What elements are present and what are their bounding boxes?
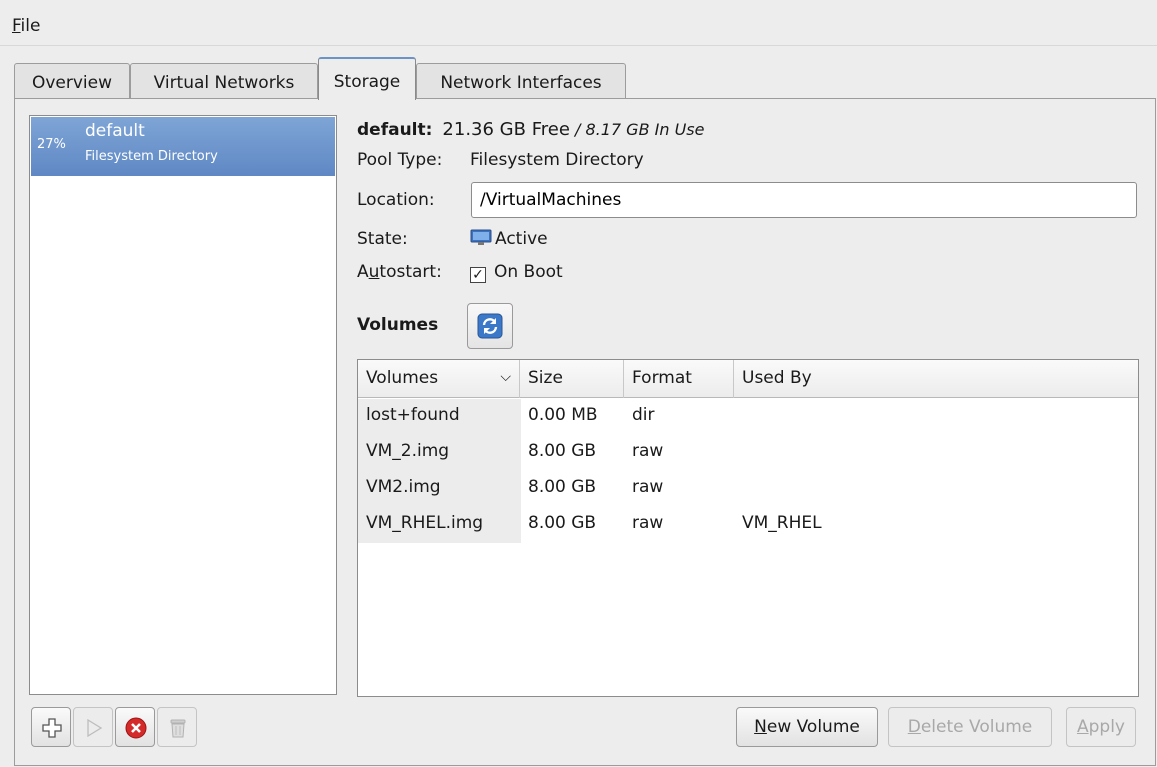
menu-file-mnemonic: F bbox=[12, 16, 21, 36]
tab-overview-label: Overview bbox=[31, 73, 113, 93]
tab-storage[interactable]: Storage bbox=[318, 57, 416, 100]
volume-name: lost+found bbox=[366, 405, 460, 425]
refresh-icon bbox=[477, 313, 503, 339]
menubar: File bbox=[0, 0, 1157, 46]
state-value: Active bbox=[470, 229, 548, 249]
pool-usage-percent: 27% bbox=[37, 137, 66, 152]
new-volume-button[interactable]: New Volume bbox=[736, 707, 878, 747]
delete-volume-button[interactable]: Delete Volume bbox=[888, 707, 1052, 747]
delete-volume-mnemonic: D bbox=[907, 717, 921, 737]
new-volume-mnemonic: N bbox=[754, 717, 767, 737]
stop-icon bbox=[125, 717, 147, 739]
pool-type-label: Pool Type: bbox=[357, 150, 443, 170]
apply-label: pply bbox=[1088, 717, 1125, 737]
tab-virtual-networks-label: Virtual Networks bbox=[153, 73, 295, 93]
menu-file-rest: ile bbox=[20, 16, 41, 36]
apply-button[interactable]: Apply bbox=[1066, 707, 1136, 747]
column-header-used-by[interactable]: Used By bbox=[734, 360, 1138, 398]
column-header-size[interactable]: Size bbox=[520, 360, 624, 398]
column-header-volumes-label: Volumes bbox=[366, 368, 439, 388]
pool-type: Filesystem Directory bbox=[85, 149, 218, 164]
tab-storage-label: Storage bbox=[333, 72, 401, 92]
autostart-checkbox[interactable]: ✓ bbox=[470, 267, 486, 283]
play-icon bbox=[87, 718, 103, 738]
column-header-size-label: Size bbox=[528, 368, 563, 388]
tab-network-interfaces-label: Network Interfaces bbox=[440, 73, 602, 93]
volume-size: 0.00 MB bbox=[528, 405, 598, 425]
column-header-used-by-label: Used By bbox=[742, 368, 812, 388]
volume-format: raw bbox=[632, 477, 664, 497]
volume-size: 8.00 GB bbox=[528, 441, 597, 461]
volume-name: VM2.img bbox=[366, 477, 441, 497]
pool-name: default bbox=[85, 121, 145, 141]
pool-list[interactable]: 27% default Filesystem Directory bbox=[29, 115, 337, 695]
location-label: Location: bbox=[357, 190, 435, 210]
volume-format: raw bbox=[632, 513, 664, 533]
pool-title-name: default: bbox=[357, 120, 433, 140]
apply-mnemonic: A bbox=[1076, 717, 1089, 737]
autostart-toggle[interactable]: ✓ On Boot bbox=[470, 262, 563, 283]
table-row[interactable]: VM_2.img 8.00 GB raw bbox=[358, 435, 1138, 471]
pool-item-default[interactable]: 27% default Filesystem Directory bbox=[31, 117, 335, 176]
volumes-table-header: Volumes ⌵ Size Format Used By bbox=[358, 360, 1138, 398]
sort-down-icon: ⌵ bbox=[500, 369, 511, 385]
delete-pool-button[interactable] bbox=[157, 707, 197, 747]
column-header-format[interactable]: Format bbox=[624, 360, 734, 398]
tab-network-interfaces[interactable]: Network Interfaces bbox=[416, 63, 626, 100]
pool-in-use: / 8.17 GB In Use bbox=[569, 120, 705, 139]
delete-volume-label: elete Volume bbox=[920, 717, 1033, 737]
autostart-value: On Boot bbox=[494, 262, 563, 282]
column-header-volumes[interactable]: Volumes ⌵ bbox=[358, 360, 520, 398]
volume-name: VM_2.img bbox=[366, 441, 450, 461]
add-pool-button[interactable] bbox=[31, 707, 71, 747]
refresh-volumes-button[interactable] bbox=[467, 303, 513, 349]
volume-size: 8.00 GB bbox=[528, 477, 597, 497]
plus-icon bbox=[42, 718, 62, 738]
pool-summary: default: 21.36 GB Free / 8.17 GB In Use bbox=[357, 119, 704, 140]
new-volume-label: ew Volume bbox=[766, 717, 860, 737]
autostart-label-post: tostart: bbox=[379, 262, 442, 282]
location-field[interactable] bbox=[471, 182, 1137, 218]
volumes-heading: Volumes bbox=[357, 315, 439, 335]
pool-type-value: Filesystem Directory bbox=[470, 150, 644, 170]
state-label: State: bbox=[357, 229, 408, 249]
autostart-label: Autostart: bbox=[357, 262, 442, 282]
table-row[interactable]: VM2.img 8.00 GB raw bbox=[358, 471, 1138, 507]
volume-format: dir bbox=[632, 405, 655, 425]
autostart-label-mnemonic: u bbox=[368, 262, 380, 282]
trash-icon bbox=[170, 719, 186, 738]
pool-free: 21.36 GB Free bbox=[442, 119, 570, 140]
column-header-format-label: Format bbox=[632, 368, 692, 388]
pool-details: default: 21.36 GB Free / 8.17 GB In Use P… bbox=[355, 99, 1155, 759]
monitor-icon bbox=[470, 229, 492, 245]
volume-size: 8.00 GB bbox=[528, 513, 597, 533]
start-pool-button[interactable] bbox=[73, 707, 113, 747]
table-row[interactable]: lost+found 0.00 MB dir bbox=[358, 399, 1138, 435]
volume-format: raw bbox=[632, 441, 664, 461]
volume-name: VM_RHEL.img bbox=[366, 513, 484, 533]
volume-used-by: VM_RHEL bbox=[742, 513, 822, 533]
tab-virtual-networks[interactable]: Virtual Networks bbox=[130, 63, 318, 100]
autostart-label-pre: A bbox=[357, 262, 369, 282]
stop-pool-button[interactable] bbox=[115, 707, 155, 747]
menu-file[interactable]: File bbox=[12, 16, 40, 36]
table-row[interactable]: VM_RHEL.img 8.00 GB raw VM_RHEL bbox=[358, 507, 1138, 543]
state-text: Active bbox=[495, 229, 548, 249]
volumes-table[interactable]: Volumes ⌵ Size Format Used By lost+found… bbox=[357, 359, 1139, 697]
tab-overview[interactable]: Overview bbox=[14, 63, 130, 100]
storage-panel: 27% default Filesystem Directory default… bbox=[14, 98, 1156, 766]
